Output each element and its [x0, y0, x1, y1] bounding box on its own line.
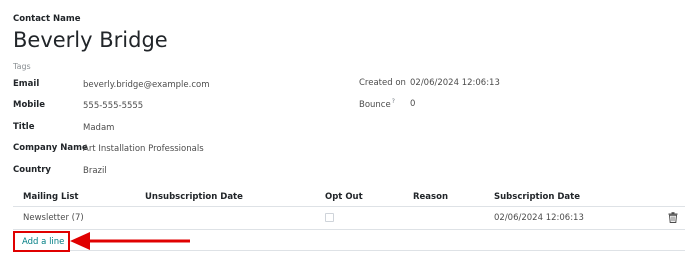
- email-field[interactable]: beverly.bridge@example.com: [83, 80, 209, 90]
- help-tooltip-icon[interactable]: ?: [392, 98, 395, 105]
- column-opt-out[interactable]: Opt Out: [325, 192, 363, 202]
- arrow-left-icon: [70, 232, 190, 250]
- bounce-label-text: Bounce: [359, 99, 391, 110]
- company-name-label: Company Name: [13, 143, 88, 153]
- email-label: Email: [13, 79, 40, 89]
- subscriptions-table-header: Mailing List Unsubscription Date Opt Out…: [13, 187, 685, 207]
- bounce-label: Bounce?: [359, 98, 395, 110]
- opt-out-checkbox[interactable]: [325, 213, 334, 222]
- mobile-field[interactable]: 555-555-5555: [83, 101, 143, 111]
- company-name-field[interactable]: Art Installation Professionals: [83, 144, 204, 154]
- column-unsubscription-date[interactable]: Unsubscription Date: [145, 192, 243, 202]
- table-row[interactable]: Newsletter (7) 02/06/2024 12:06:13: [13, 207, 685, 230]
- country-field[interactable]: Brazil: [83, 166, 107, 176]
- trash-icon[interactable]: [668, 212, 678, 223]
- mobile-label: Mobile: [13, 100, 45, 110]
- contact-name-label: Contact Name: [13, 14, 81, 24]
- created-on-value: 02/06/2024 12:06:13: [410, 78, 500, 88]
- tags-field[interactable]: Tags: [13, 62, 31, 71]
- mailing-list-cell[interactable]: Newsletter (7): [23, 213, 84, 223]
- bounce-value: 0: [410, 99, 416, 109]
- column-reason[interactable]: Reason: [413, 192, 448, 202]
- created-on-label: Created on: [359, 78, 406, 88]
- subscription-date-cell[interactable]: 02/06/2024 12:06:13: [494, 213, 584, 223]
- title-field[interactable]: Madam: [83, 123, 114, 133]
- country-label: Country: [13, 165, 51, 175]
- contact-name-field[interactable]: Beverly Bridge: [13, 28, 168, 52]
- column-mailing-list[interactable]: Mailing List: [23, 192, 78, 202]
- title-label: Title: [13, 122, 35, 132]
- add-a-line-link[interactable]: Add a line: [22, 237, 64, 247]
- contact-form: Contact Name Beverly Bridge Tags Email b…: [0, 0, 696, 272]
- column-subscription-date[interactable]: Subscription Date: [494, 192, 580, 202]
